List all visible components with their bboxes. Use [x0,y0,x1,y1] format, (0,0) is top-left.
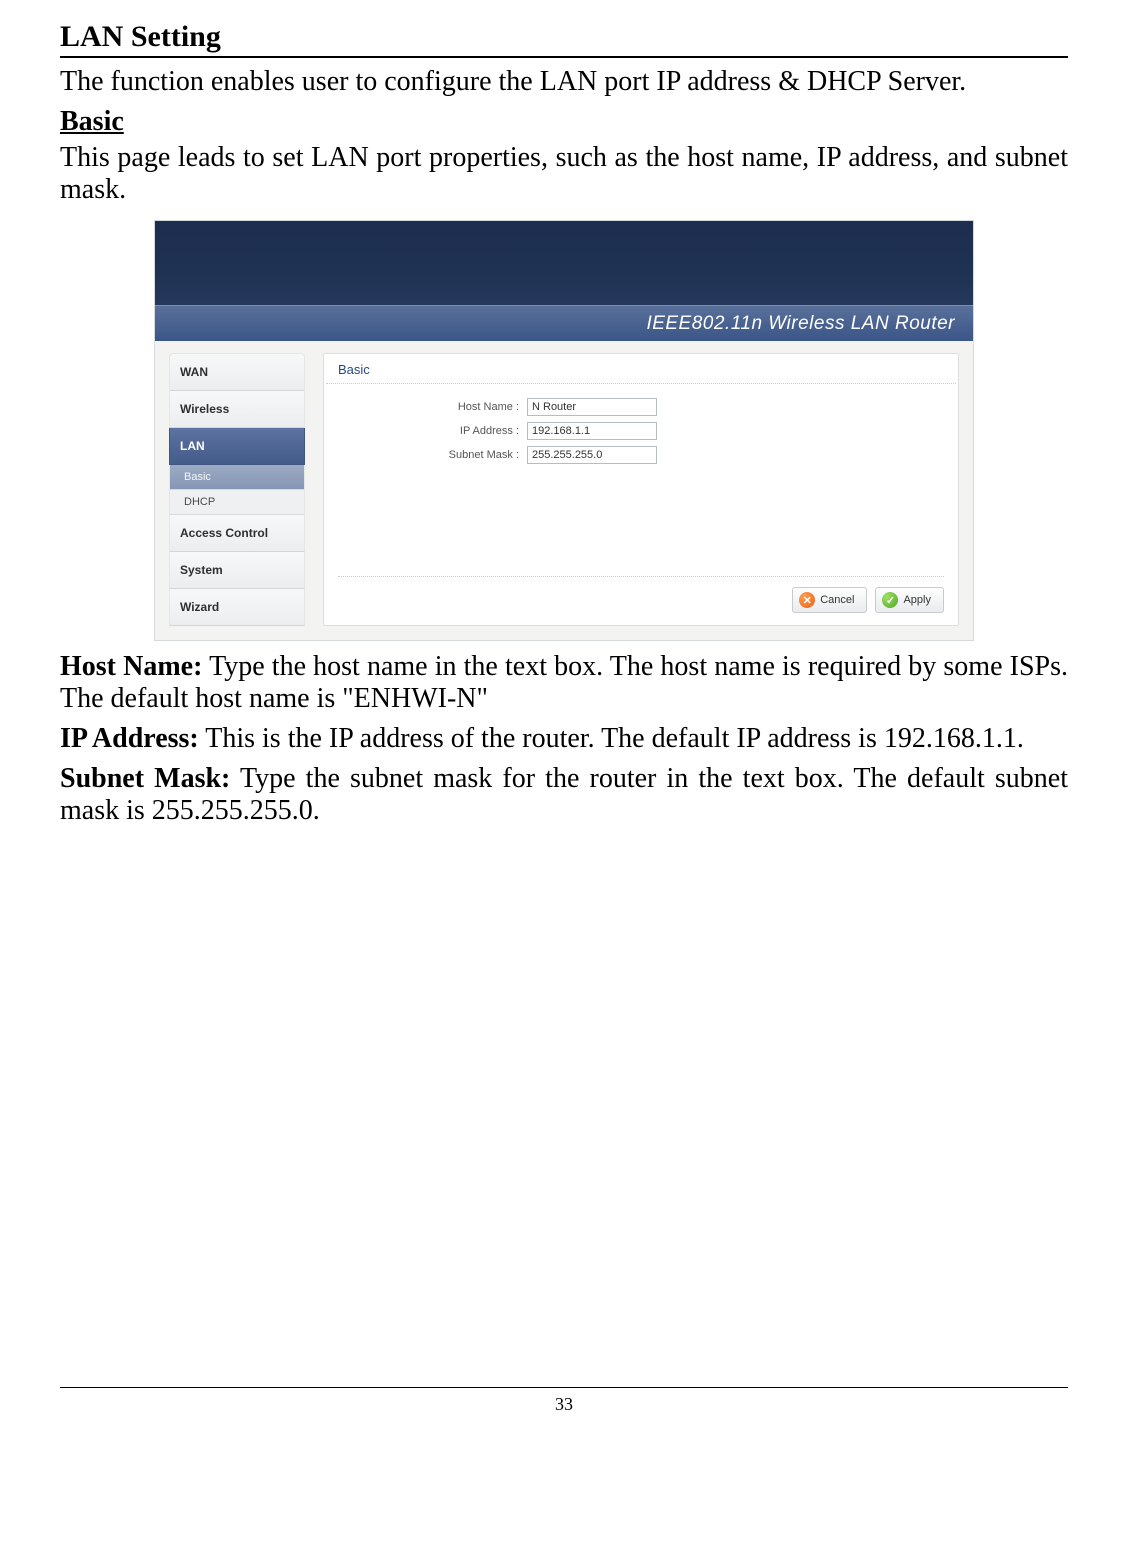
content-panel: Basic Host Name : IP Address : Subnet Ma… [323,353,959,626]
apply-label: Apply [903,594,931,606]
cancel-button[interactable]: ✕ Cancel [792,587,867,613]
desc-subnet-mask: Subnet Mask: Type the subnet mask for th… [60,763,1068,827]
cancel-icon: ✕ [799,592,815,608]
page-title: LAN Setting [60,20,1068,58]
label-host-name: Host Name : [342,401,527,413]
desc-ip-text: This is the IP address of the router. Th… [199,723,1024,754]
desc-subnet-label: Subnet Mask: [60,763,230,794]
nav-access-control[interactable]: Access Control [169,515,305,552]
nav-wan[interactable]: WAN [169,353,305,391]
label-ip-address: IP Address : [342,425,527,437]
desc-host-name-label: Host Name: [60,651,202,682]
panel-title: Basic [326,354,956,384]
apply-icon: ✓ [882,592,898,608]
nav-lan-basic[interactable]: Basic [169,465,305,490]
apply-button[interactable]: ✓ Apply [875,587,944,613]
nav-wizard[interactable]: Wizard [169,589,305,626]
input-ip-address[interactable] [527,422,657,440]
section-description: This page leads to set LAN port properti… [60,142,1068,206]
section-label-basic: Basic [60,106,1068,138]
input-subnet-mask[interactable] [527,446,657,464]
sidebar-nav: WAN Wireless LAN Basic DHCP Access Contr… [169,353,305,626]
nav-system[interactable]: System [169,552,305,589]
nav-lan[interactable]: LAN [169,428,305,465]
cancel-label: Cancel [820,594,854,606]
input-host-name[interactable] [527,398,657,416]
router-body: WAN Wireless LAN Basic DHCP Access Contr… [155,341,973,640]
desc-host-name-text: Type the host name in the text box. The … [60,651,1068,714]
button-bar: ✕ Cancel ✓ Apply [338,576,944,613]
router-header-title: IEEE802.11n Wireless LAN Router [155,305,973,341]
router-admin-screenshot: IEEE802.11n Wireless LAN Router WAN Wire… [154,220,974,641]
intro-text: The function enables user to configure t… [60,66,1068,98]
desc-host-name: Host Name: Type the host name in the tex… [60,651,1068,715]
form-area: Host Name : IP Address : Subnet Mask : [324,384,958,478]
nav-wireless[interactable]: Wireless [169,391,305,428]
row-subnet-mask: Subnet Mask : [342,446,940,464]
router-header: IEEE802.11n Wireless LAN Router [155,221,973,341]
desc-ip-label: IP Address: [60,723,199,754]
desc-ip-address: IP Address: This is the IP address of th… [60,723,1068,755]
nav-lan-dhcp[interactable]: DHCP [169,490,305,515]
row-host-name: Host Name : [342,398,940,416]
page-footer: 33 [60,1387,1068,1415]
row-ip-address: IP Address : [342,422,940,440]
label-subnet-mask: Subnet Mask : [342,449,527,461]
